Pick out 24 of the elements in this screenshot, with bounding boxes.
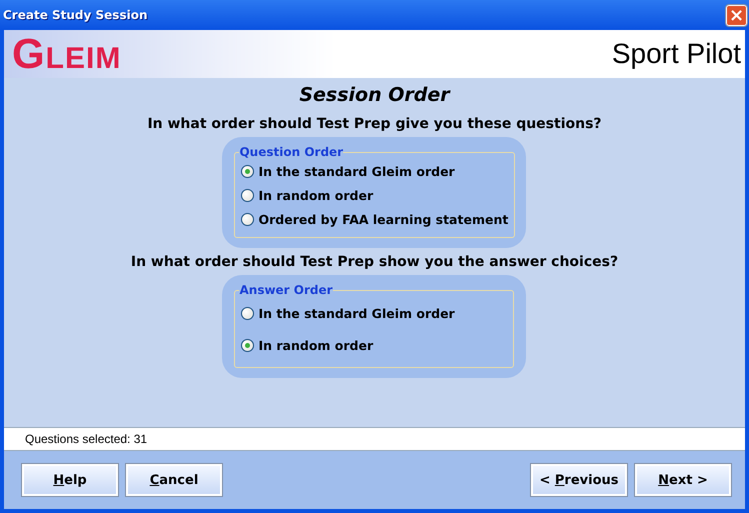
radio-button[interactable] <box>241 188 254 202</box>
question-text: In what order should Test Prep give you these questions? <box>147 116 602 132</box>
option-label[interactable]: In the standard Gleim order <box>258 306 455 320</box>
dialog-button[interactable]: Help <box>22 464 118 496</box>
product-name: Sport Pilot <box>612 38 741 70</box>
dialog-button[interactable]: Cancel <box>126 464 222 496</box>
option-label[interactable]: In random order <box>258 188 374 202</box>
option-label[interactable]: In random order <box>258 338 374 352</box>
status-bar: Questions selected: 31 <box>4 427 745 451</box>
radio-button[interactable] <box>241 212 254 226</box>
radio-button[interactable] <box>241 338 254 352</box>
close-button[interactable]: × <box>726 4 747 26</box>
logo: GLEIM <box>12 30 122 78</box>
group-legend: Question Order <box>239 145 344 159</box>
radio-button[interactable] <box>241 306 254 320</box>
page-heading: Session Order <box>299 84 450 106</box>
radio-button[interactable] <box>241 164 254 178</box>
option-label[interactable]: In the standard Gleim order <box>258 164 455 178</box>
option-label[interactable]: Ordered by FAA learning statement <box>258 212 508 226</box>
dialog-button[interactable]: Next > <box>635 464 731 496</box>
dialog-button[interactable]: < Previous <box>531 464 627 496</box>
window-title: Create Study Session <box>3 8 148 22</box>
group-legend: Answer Order <box>239 283 333 297</box>
question-text: In what order should Test Prep show you the answer choices? <box>130 254 618 270</box>
